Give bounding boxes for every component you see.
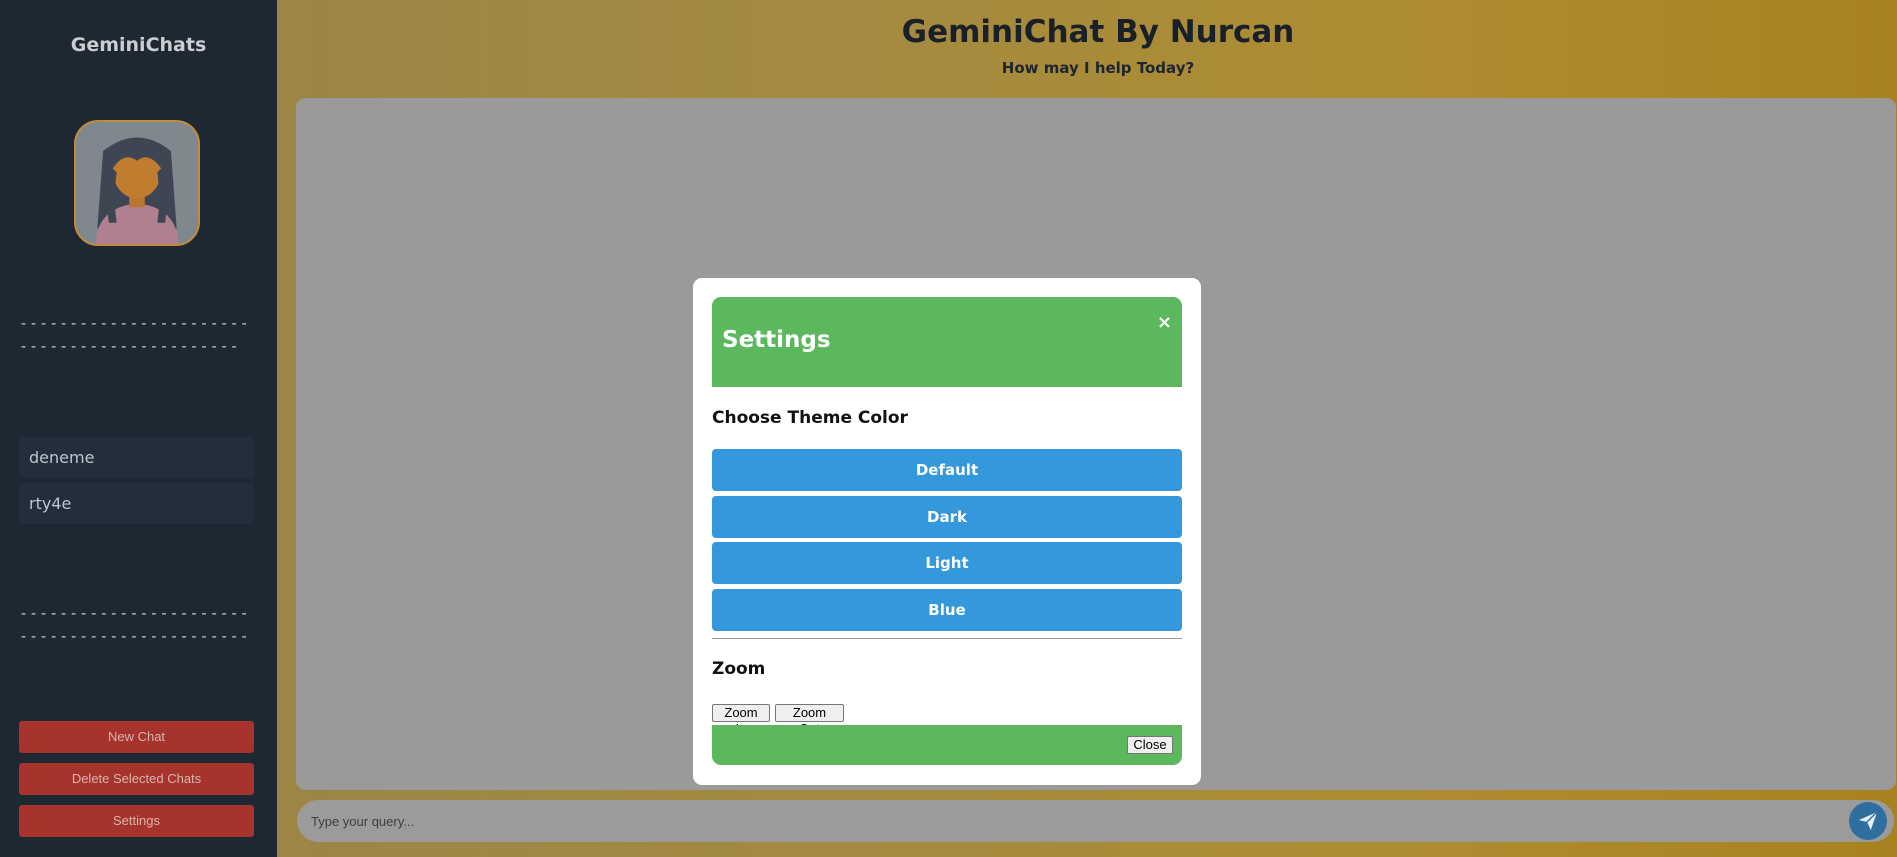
zoom-heading: Zoom [712, 659, 766, 679]
app-root: GeminiChats ----------------------------… [0, 0, 1897, 857]
sidebar-separator-bottom: ----------------------------------------… [19, 604, 250, 645]
settings-modal-title: Settings [722, 327, 831, 353]
sidebar-separator-top: ----------------------------------------… [19, 314, 250, 355]
zoom-out-button[interactable]: Zoom Out [775, 704, 844, 736]
page-title: GeminiChat By Nurcan [901, 14, 1295, 50]
close-button[interactable]: Close [1127, 736, 1173, 754]
zoom-in-button[interactable]: Zoom In [712, 704, 770, 736]
sidebar-brand: GeminiChats [70, 34, 207, 56]
theme-default-button[interactable]: Default [712, 449, 1182, 491]
modal-divider [712, 638, 1182, 639]
chat-list-item[interactable]: rty4e [19, 483, 254, 524]
paper-plane-icon [1858, 811, 1878, 831]
page-subtitle: How may I help Today? [1001, 59, 1195, 77]
settings-modal: Settings × Choose Theme Color Default Da… [693, 278, 1201, 785]
send-button[interactable] [1849, 802, 1887, 840]
theme-color-heading: Choose Theme Color [712, 408, 908, 428]
delete-selected-chats-button[interactable]: Delete Selected Chats [19, 763, 254, 795]
query-input[interactable] [297, 800, 1894, 842]
close-icon[interactable]: × [1157, 313, 1172, 333]
woman-avatar-icon [74, 120, 200, 246]
settings-button[interactable]: Settings [19, 805, 254, 837]
sidebar: GeminiChats ----------------------------… [0, 0, 277, 857]
chat-list-item[interactable]: deneme [19, 437, 254, 478]
theme-dark-button[interactable]: Dark [712, 496, 1182, 538]
settings-modal-footer: Close [712, 725, 1182, 765]
theme-light-button[interactable]: Light [712, 542, 1182, 584]
new-chat-button[interactable]: New Chat [19, 721, 254, 753]
settings-modal-header: Settings × [712, 297, 1182, 387]
theme-blue-button[interactable]: Blue [712, 589, 1182, 631]
